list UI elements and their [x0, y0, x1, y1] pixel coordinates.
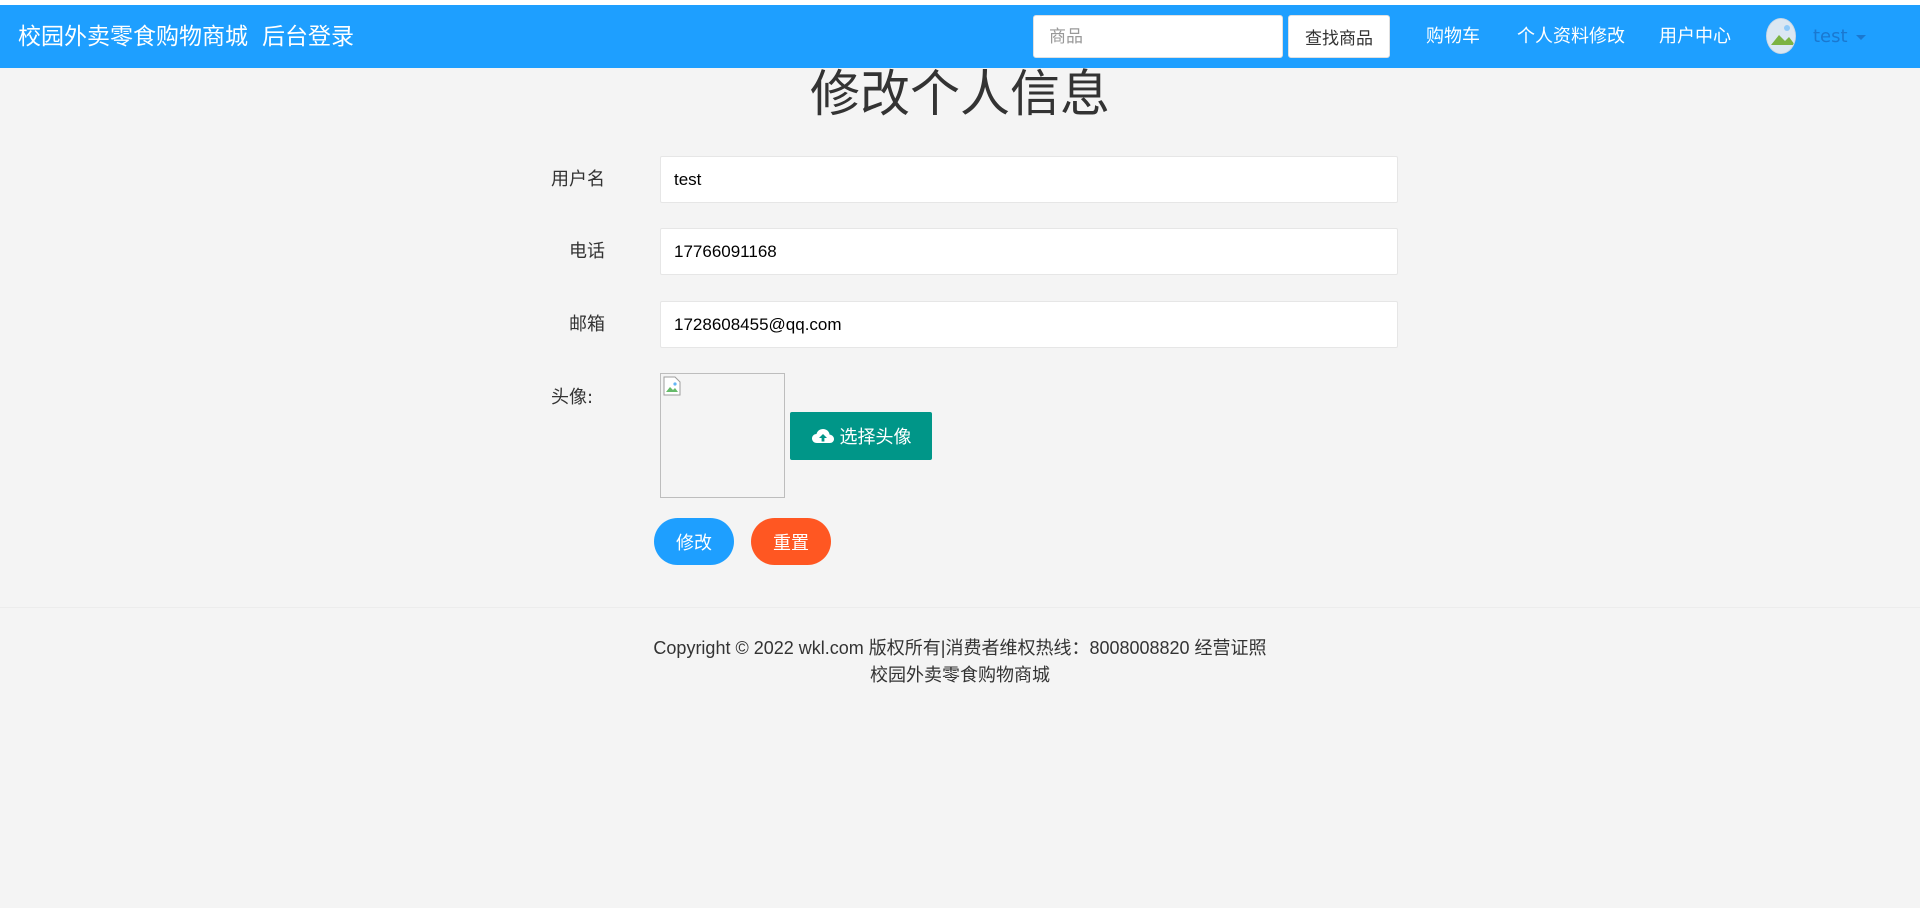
brand-link[interactable]: 校园外卖零食购物商城: [18, 22, 248, 52]
nav-profile-edit[interactable]: 个人资料修改: [1517, 25, 1625, 49]
upload-avatar-label: 选择头像: [839, 427, 912, 448]
admin-login-link[interactable]: 后台登录: [262, 22, 354, 52]
footer-copyright: Copyright © 2022 wkl.com 版权所有|消费者维权热线：80…: [653, 638, 1267, 658]
username-field[interactable]: [660, 156, 1398, 203]
caret-down-icon[interactable]: [1856, 35, 1866, 40]
broken-image-icon: [663, 376, 681, 396]
avatar-icon[interactable]: [1766, 18, 1796, 54]
search-input[interactable]: [1033, 15, 1283, 58]
submit-button[interactable]: 修改: [654, 518, 734, 565]
footer-divider: [0, 607, 1920, 608]
avatar-label: 头像:: [551, 387, 594, 408]
phone-field[interactable]: [660, 228, 1398, 275]
page-title: 修改个人信息: [810, 65, 1110, 123]
username-label: 用户名: [551, 169, 605, 190]
phone-label: 电话: [569, 241, 605, 262]
nav-user-center[interactable]: 用户中心: [1659, 25, 1731, 49]
email-label: 邮箱: [569, 314, 605, 335]
user-name[interactable]: test: [1813, 25, 1848, 49]
email-field[interactable]: [660, 301, 1398, 348]
upload-avatar-button[interactable]: 选择头像: [790, 412, 932, 460]
reset-button[interactable]: 重置: [751, 518, 831, 565]
nav-cart[interactable]: 购物车: [1426, 25, 1480, 49]
avatar-preview: [660, 373, 785, 498]
navbar: 校园外卖零食购物商城 后台登录 查找商品 购物车 个人资料修改 用户中心 tes…: [0, 5, 1920, 68]
search-button[interactable]: 查找商品: [1288, 15, 1390, 58]
footer-site-name: 校园外卖零食购物商城: [870, 665, 1050, 685]
cloud-upload-icon: [811, 429, 834, 443]
